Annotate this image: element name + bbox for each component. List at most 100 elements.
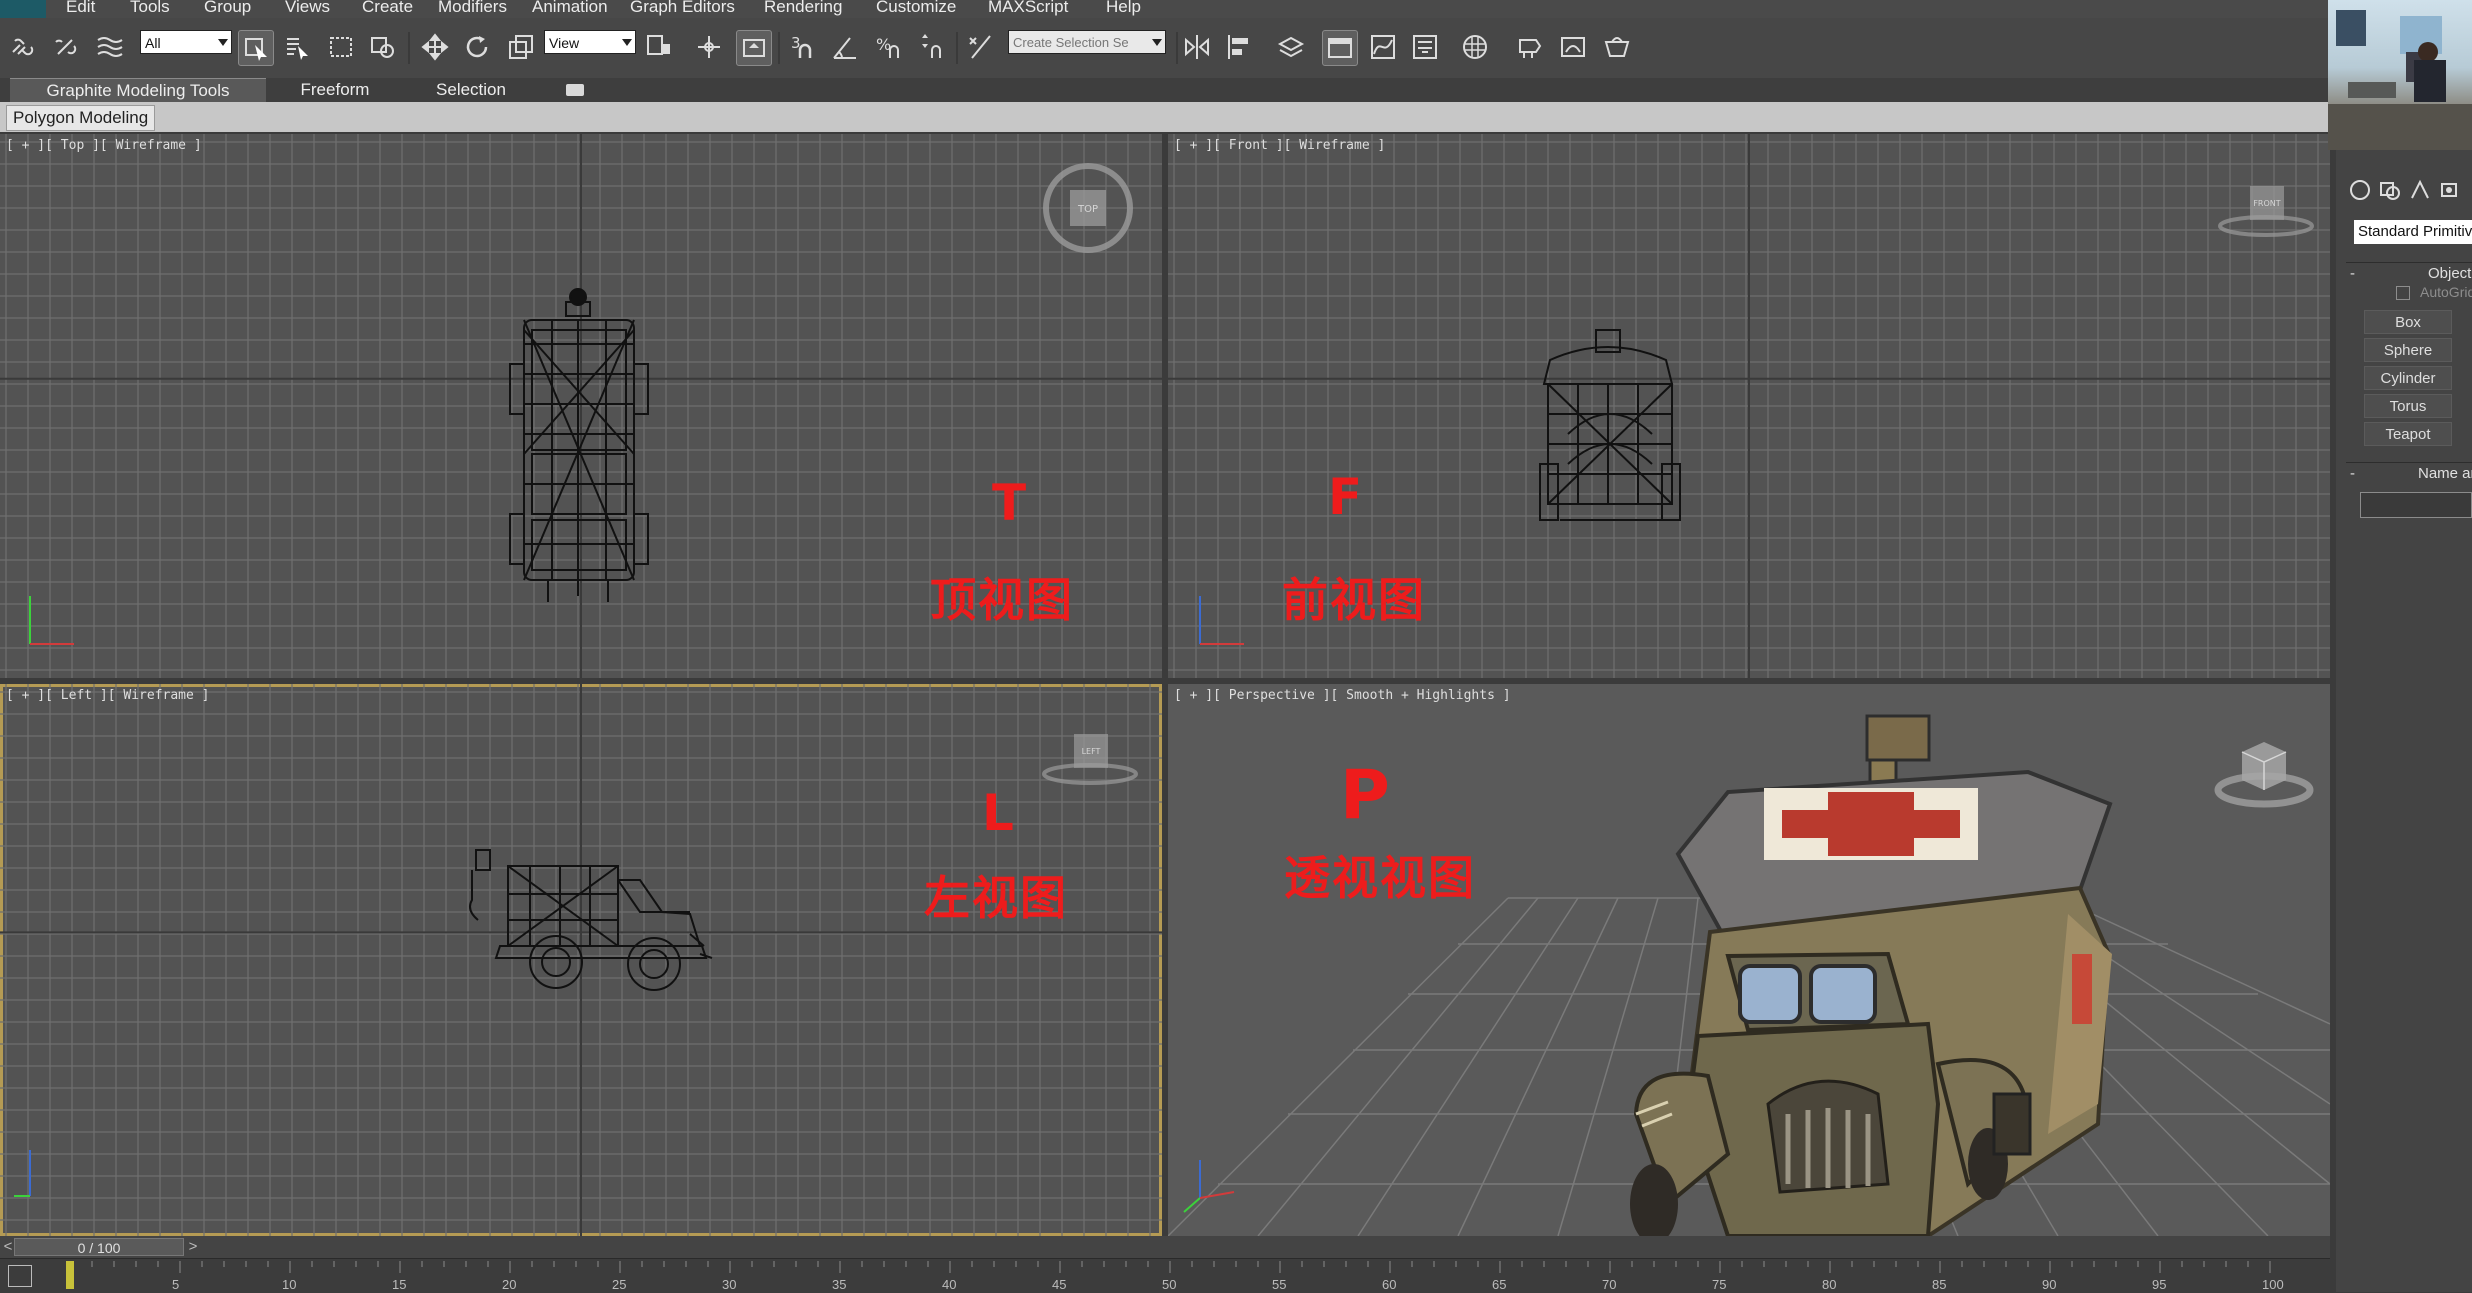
tick-label: 10: [282, 1277, 297, 1292]
time-slider-handle[interactable]: 0 / 100: [14, 1238, 184, 1256]
pivot-icon[interactable]: [642, 30, 676, 64]
ambulance-wireframe-left: [469, 849, 713, 991]
viewport-front[interactable]: [ + ][ Front ][ Wireframe ] FRONT F 前视图: [1168, 134, 2330, 678]
curve-editor-icon[interactable]: [1366, 30, 1400, 64]
menu-graph-editors[interactable]: Graph Editors: [630, 0, 735, 16]
manipulate-icon[interactable]: [692, 30, 726, 64]
select-object-icon[interactable]: [238, 30, 274, 66]
tick-label: 70: [1602, 1277, 1617, 1292]
menu-customize[interactable]: Customize: [876, 0, 956, 16]
webcam-overlay: [2328, 0, 2472, 150]
selection-filter-dropdown[interactable]: All: [140, 30, 232, 54]
torus-button[interactable]: Torus: [2364, 394, 2452, 418]
tick-label: 5: [172, 1277, 180, 1292]
tick-label: 65: [1492, 1277, 1507, 1292]
tick-label: 25: [612, 1277, 627, 1292]
menu-rendering[interactable]: Rendering: [764, 0, 842, 16]
ribbon-minimize-toggle[interactable]: [566, 84, 584, 96]
time-prev-button[interactable]: <: [2, 1236, 14, 1258]
view-name-left: 左视图: [924, 871, 1068, 925]
tab-freeform[interactable]: Freeform: [280, 78, 390, 102]
sphere-button[interactable]: Sphere: [2364, 338, 2452, 362]
percent-snap-icon[interactable]: %: [872, 30, 906, 64]
tick-label: 30: [722, 1277, 737, 1292]
viewcube-front[interactable]: FRONT: [2216, 182, 2316, 247]
track-bar[interactable]: 5 10 15 20 25 30 35 40 45 50 55 60 65 70 75 80 85 90 95 100: [0, 1258, 2330, 1293]
view-letter-f: F: [1328, 468, 1363, 526]
graphite-toggle-icon[interactable]: [1322, 30, 1358, 66]
rect-region-icon[interactable]: [324, 30, 358, 64]
unlink-icon[interactable]: [48, 30, 82, 64]
time-slider[interactable]: < 0 / 100 >: [0, 1236, 2330, 1258]
object-type-rollout[interactable]: -Object Type: [2346, 262, 2472, 285]
angle-snap-icon[interactable]: [828, 30, 862, 64]
menu-animation[interactable]: Animation: [532, 0, 608, 16]
shapes-icon[interactable]: [2378, 178, 2402, 202]
ribbon-panel-polygon-modeling[interactable]: Polygon Modeling: [6, 105, 156, 131]
tab-graphite-modeling-tools[interactable]: Graphite Modeling Tools: [10, 78, 266, 103]
viewcube-face-label: FRONT: [2253, 199, 2280, 208]
mirror-icon[interactable]: [1180, 30, 1214, 64]
object-name-input[interactable]: [2360, 492, 2472, 518]
material-editor-icon[interactable]: [1458, 30, 1492, 64]
viewcube-left[interactable]: LEFT: [1040, 728, 1140, 793]
viewcube-perspective[interactable]: [2212, 730, 2316, 819]
tick-label: 60: [1382, 1277, 1397, 1292]
viewport-label[interactable]: [ + ][ Perspective ][ Smooth + Highlight…: [1174, 688, 1511, 703]
autogrid-checkbox[interactable]: AutoGrid: [2396, 284, 2472, 301]
view-letter-p: P: [1340, 756, 1390, 835]
align-icon[interactable]: [1222, 30, 1256, 64]
menu-modifiers[interactable]: Modifiers: [438, 0, 507, 16]
menu-create[interactable]: Create: [362, 0, 413, 16]
window-crossing-icon[interactable]: [366, 30, 400, 64]
menu-help[interactable]: Help: [1106, 0, 1141, 16]
move-icon[interactable]: [418, 30, 452, 64]
select-by-name-icon[interactable]: [280, 30, 314, 64]
viewport-top[interactable]: [ + ][ Top ][ Wireframe ] TOP T 顶视图: [0, 134, 1162, 678]
spinner-snap-icon[interactable]: [914, 30, 948, 64]
box-button[interactable]: Box: [2364, 310, 2452, 334]
render-production-icon[interactable]: [1600, 30, 1634, 64]
bind-space-warp-icon[interactable]: [92, 30, 126, 64]
snap-toggle-icon[interactable]: 3: [786, 30, 820, 64]
axis-tripod-icon: [1199, 596, 1244, 645]
edit-named-selection-icon[interactable]: [964, 30, 998, 64]
cameras-icon[interactable]: [2438, 178, 2462, 202]
current-frame-marker[interactable]: [66, 1261, 74, 1289]
viewport-left[interactable]: [ + ][ Left ][ Wireframe ] LEFT L 左视图: [0, 684, 1162, 1236]
checkbox-icon: [2396, 286, 2410, 301]
tab-selection[interactable]: Selection: [416, 78, 526, 102]
tick-label: 15: [392, 1277, 407, 1292]
layer-manager-icon[interactable]: [1274, 30, 1308, 64]
link-icon[interactable]: [6, 30, 40, 64]
keyboard-shortcut-override-icon[interactable]: [736, 30, 772, 66]
menu-views[interactable]: Views: [285, 0, 330, 16]
menu-group[interactable]: Group: [204, 0, 251, 16]
scale-icon[interactable]: [504, 30, 538, 64]
viewport-perspective[interactable]: [ + ][ Perspective ][ Smooth + Highlight…: [1168, 684, 2330, 1236]
name-color-rollout[interactable]: -Name and Color: [2346, 462, 2472, 485]
create-icon[interactable]: [2348, 178, 2372, 202]
cylinder-button[interactable]: Cylinder: [2364, 366, 2452, 390]
time-next-button[interactable]: >: [186, 1236, 200, 1258]
primitive-category-dropdown[interactable]: Standard Primitives: [2354, 220, 2472, 244]
teapot-button[interactable]: Teapot: [2364, 422, 2452, 446]
axis-tripod-icon: [29, 596, 74, 645]
ribbon-tabs: Graphite Modeling Tools Freeform Selecti…: [0, 78, 2330, 103]
axis-tripod-icon: [1183, 1160, 1235, 1213]
schematic-view-icon[interactable]: [1408, 30, 1442, 64]
viewcube-face-label: TOP: [1077, 204, 1098, 215]
reference-coord-dropdown[interactable]: View: [544, 30, 636, 54]
menu-maxscript[interactable]: MAXScript: [988, 0, 1068, 16]
rendered-frame-icon[interactable]: [1556, 30, 1590, 64]
rotate-icon[interactable]: [460, 30, 494, 64]
view-name-front: 前视图: [1282, 573, 1426, 627]
viewcube-top[interactable]: TOP: [1040, 160, 1136, 261]
tick-label: 55: [1272, 1277, 1287, 1292]
app-logo[interactable]: [0, 0, 46, 18]
menu-edit[interactable]: Edit: [66, 0, 95, 16]
render-setup-icon[interactable]: [1512, 30, 1546, 64]
lights-icon[interactable]: [2408, 178, 2432, 202]
named-selection-dropdown[interactable]: Create Selection Se: [1008, 30, 1166, 54]
menu-tools[interactable]: Tools: [130, 0, 170, 16]
